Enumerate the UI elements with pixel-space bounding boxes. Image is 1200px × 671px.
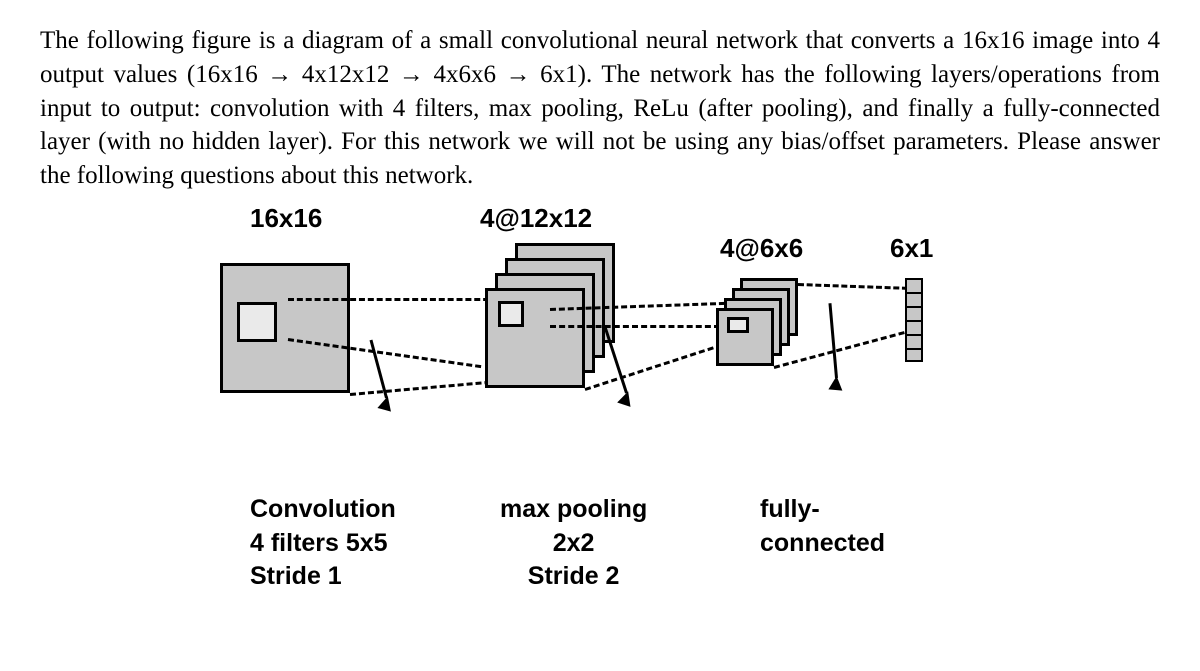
conv-plate-1 bbox=[485, 288, 585, 388]
pool-window-icon bbox=[498, 301, 524, 327]
caption-conv-l3: Stride 1 bbox=[250, 560, 396, 594]
caption-fc-l2: connected bbox=[760, 527, 885, 561]
input-plate bbox=[220, 263, 350, 393]
label-pool-out: 4@6x6 bbox=[720, 233, 803, 264]
caption-conv: Convolution 4 filters 5x5 Stride 1 bbox=[250, 493, 396, 594]
caption-fc: fully- connected bbox=[760, 493, 885, 561]
caption-pool-l3: Stride 2 bbox=[500, 560, 647, 594]
fc-cell bbox=[905, 348, 923, 362]
conv-filter-window-icon bbox=[237, 302, 277, 342]
fc-receptive-icon bbox=[727, 317, 749, 333]
fc-cell bbox=[905, 334, 923, 348]
caption-conv-l1: Convolution bbox=[250, 493, 396, 527]
caption-fc-l1: fully- bbox=[760, 493, 885, 527]
caption-pool-l1: max pooling bbox=[500, 493, 647, 527]
caption-pool-l2: 2x2 bbox=[500, 527, 647, 561]
fc-cell bbox=[905, 278, 923, 292]
pool-plate-1 bbox=[716, 308, 774, 366]
fc-cell bbox=[905, 292, 923, 306]
label-input: 16x16 bbox=[250, 203, 322, 234]
fc-cell bbox=[905, 320, 923, 334]
fc-cell bbox=[905, 306, 923, 320]
label-conv-out: 4@12x12 bbox=[480, 203, 592, 234]
label-fc-out: 6x1 bbox=[890, 233, 933, 264]
caption-pool: max pooling 2x2 Stride 2 bbox=[500, 493, 647, 594]
page: The following figure is a diagram of a s… bbox=[0, 0, 1200, 671]
problem-text: The following figure is a diagram of a s… bbox=[40, 24, 1160, 193]
caption-conv-l2: 4 filters 5x5 bbox=[250, 527, 396, 561]
fc-output-column bbox=[905, 278, 923, 362]
cnn-diagram: 16x16 4@12x12 4@6x6 6x1 bbox=[210, 203, 1110, 633]
